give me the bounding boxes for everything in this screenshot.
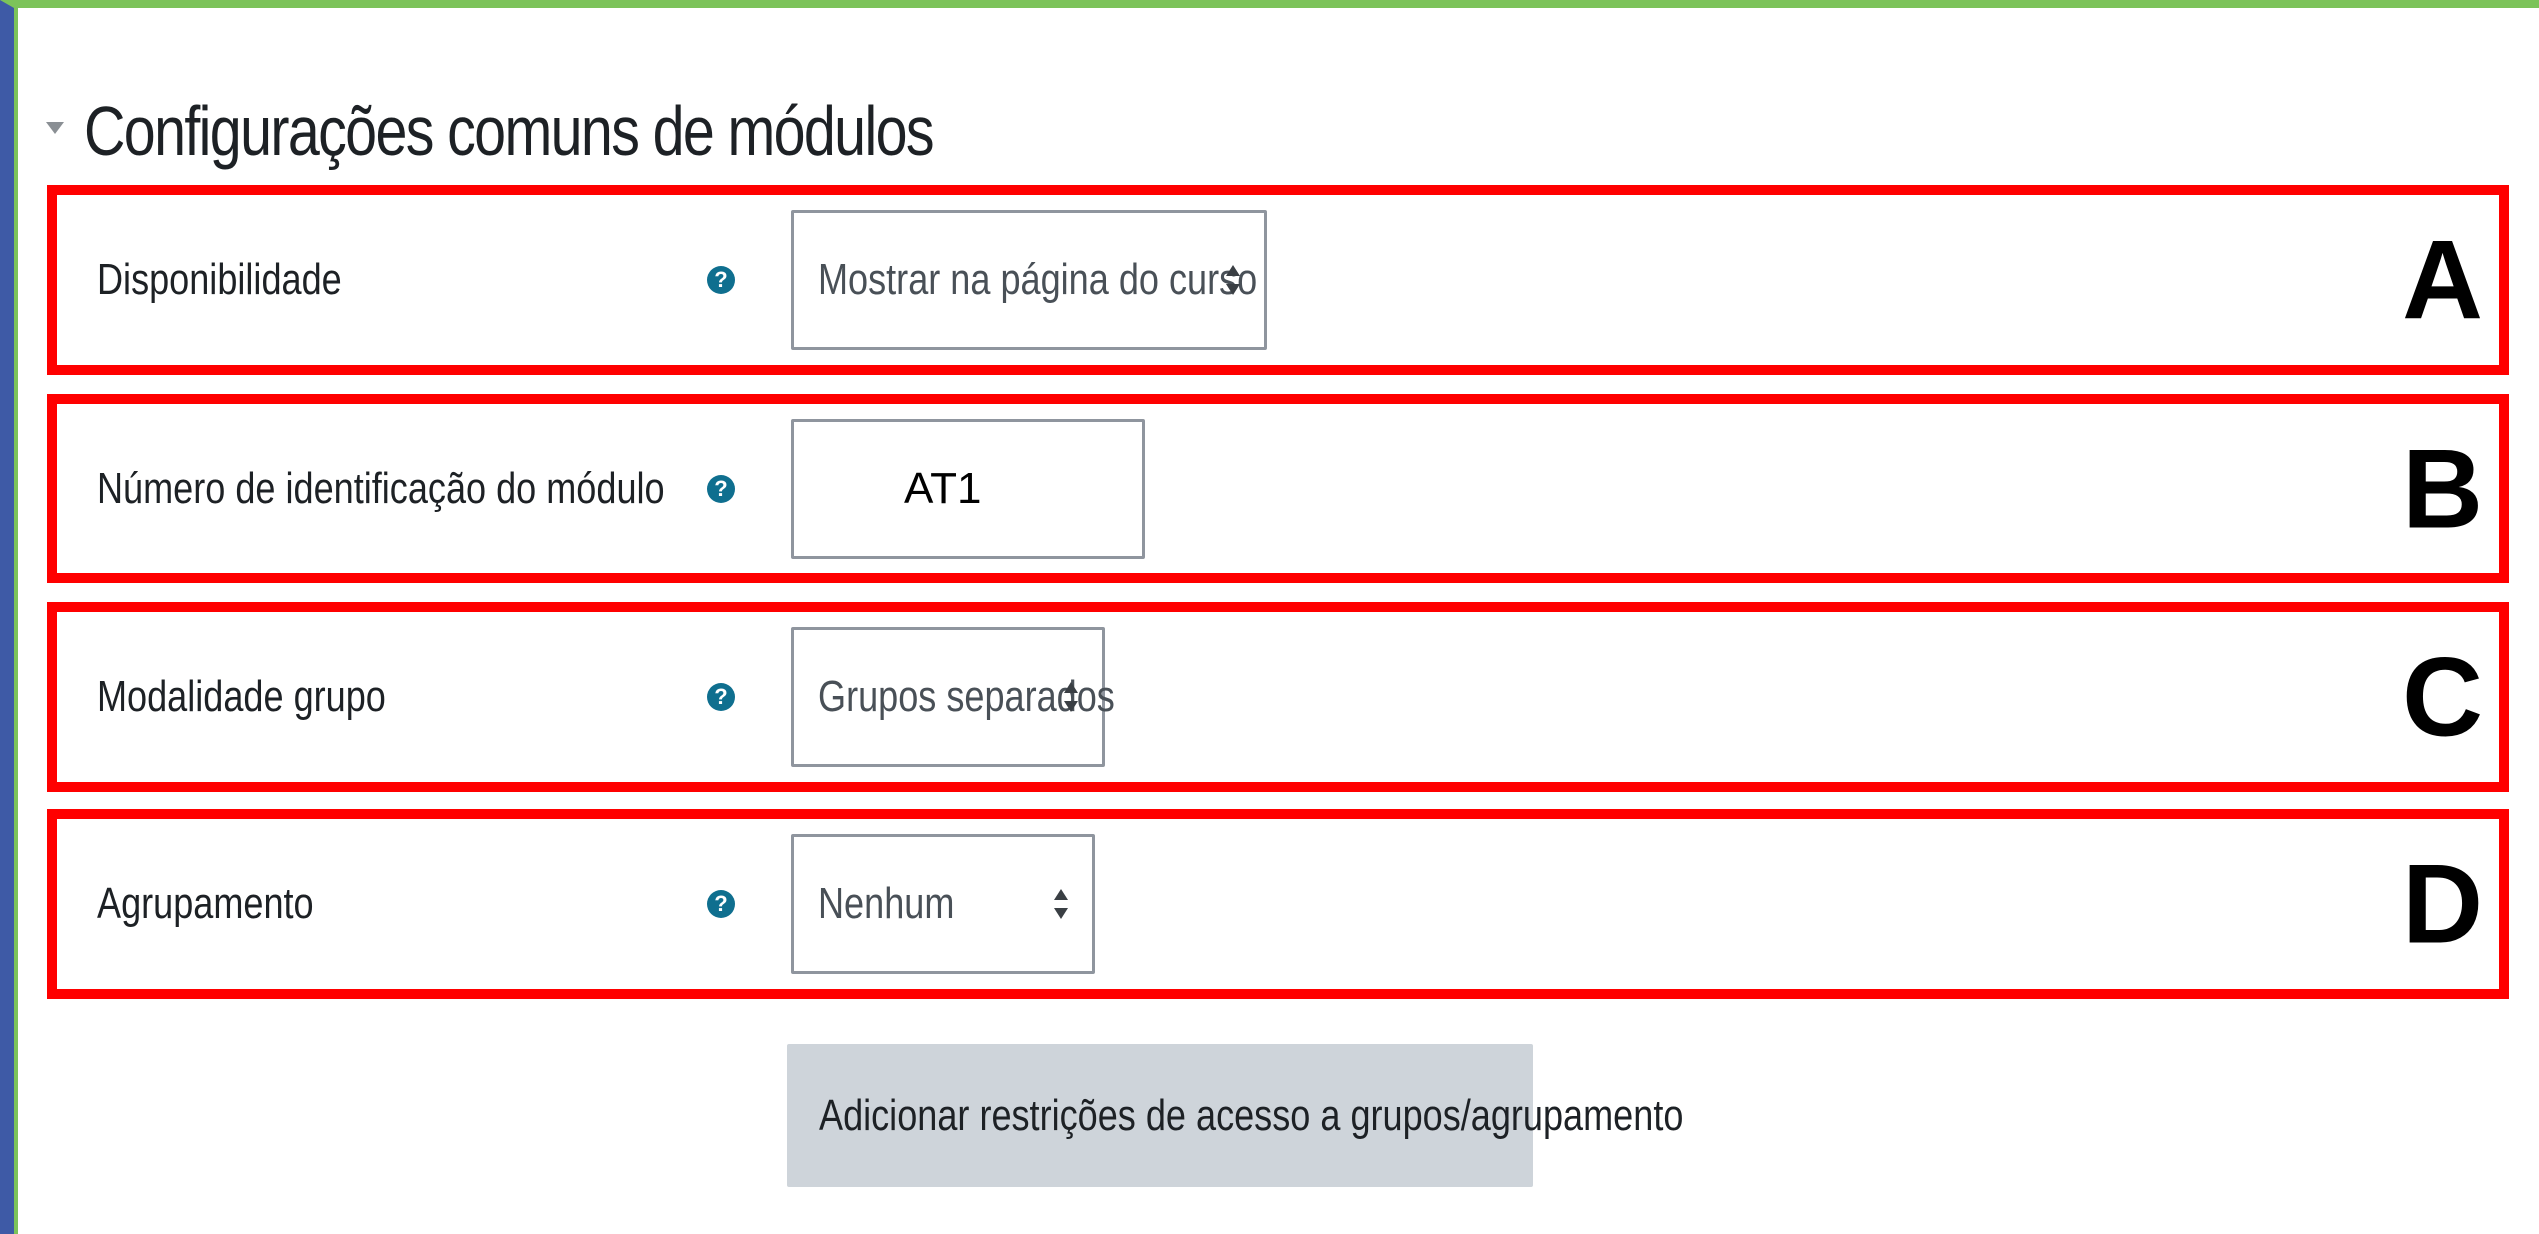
id-number-input[interactable]: AT1 [791, 418, 1145, 559]
screenshot-frame: Configurações comuns de módulos Disponib… [0, 0, 2539, 1234]
help-icon[interactable]: ? [707, 266, 735, 294]
section-header[interactable]: Configurações comuns de módulos [46, 76, 1119, 186]
select-value: Mostrar na página do curso [818, 255, 1258, 304]
field-label-agrupamento: Agrupamento [97, 879, 314, 928]
input-value: AT1 [904, 463, 982, 513]
row-disponibilidade: Disponibilidade ? Mostrar na página do c… [47, 185, 2509, 375]
section-title: Configurações comuns de módulos [84, 92, 935, 170]
field-label-numero-identificacao: Número de identificação do módulo [97, 463, 665, 513]
select-value: Nenhum [818, 879, 955, 928]
marker-letter: C [2402, 634, 2483, 760]
select-arrows-icon [1226, 265, 1240, 295]
row-numero-identificacao: Número de identificação do módulo ? AT1 … [47, 394, 2509, 583]
marker-letter: D [2402, 841, 2483, 967]
help-icon[interactable]: ? [707, 890, 735, 918]
marker-letter: B [2402, 426, 2483, 551]
field-label-disponibilidade: Disponibilidade [97, 255, 342, 304]
row-agrupamento: Agrupamento ? Nenhum D [47, 809, 2509, 999]
select-arrows-icon [1054, 889, 1068, 919]
marker-letter: A [2402, 217, 2483, 343]
collapse-caret-icon[interactable] [46, 122, 64, 134]
row-modalidade-grupo: Modalidade grupo ? Grupos separados C [47, 602, 2509, 792]
field-label-modalidade-grupo: Modalidade grupo [97, 672, 386, 721]
disponibilidade-select[interactable]: Mostrar na página do curso [791, 210, 1267, 350]
button-label: Adicionar restrições de acesso a grupos/… [819, 1090, 1684, 1140]
grouping-select[interactable]: Nenhum [791, 834, 1095, 974]
group-mode-select[interactable]: Grupos separados [791, 627, 1115, 767]
help-icon[interactable]: ? [707, 683, 735, 711]
add-group-restrictions-button[interactable]: Adicionar restrições de acesso a grupos/… [787, 1044, 1683, 1187]
help-icon[interactable]: ? [707, 474, 735, 503]
select-arrows-icon [1064, 682, 1078, 712]
